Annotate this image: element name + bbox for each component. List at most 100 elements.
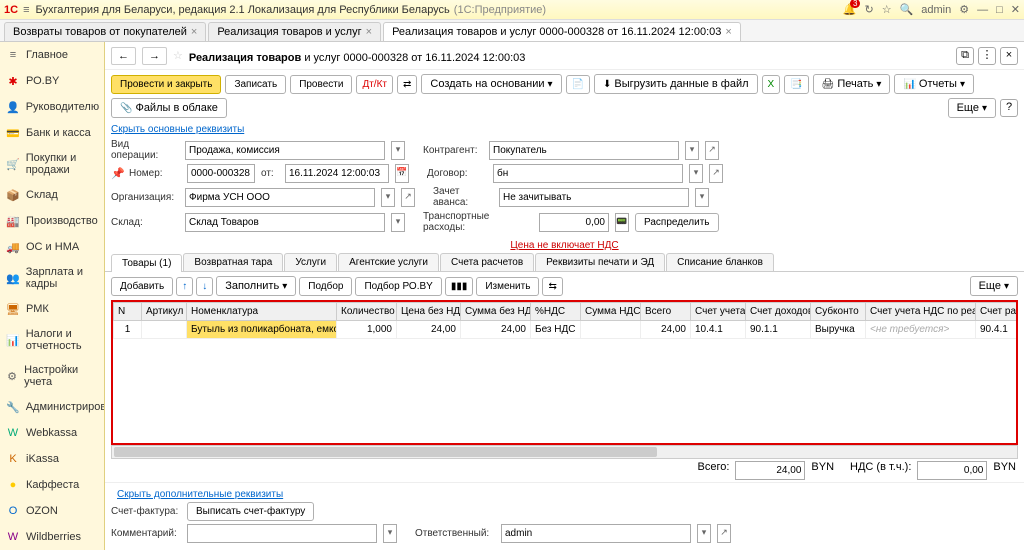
change-button[interactable]: Изменить — [476, 277, 539, 296]
export-file-button[interactable]: ⬇ Выгрузить данные в файл — [594, 74, 758, 94]
search-icon[interactable]: 🔍 — [900, 3, 914, 16]
comment-input[interactable] — [187, 524, 377, 543]
doc-tab[interactable]: Счета расчетов — [440, 253, 534, 271]
tab-close-icon[interactable]: × — [366, 26, 372, 38]
responsible-input[interactable] — [501, 524, 691, 543]
column-header[interactable]: Сумма без НДС — [461, 303, 531, 321]
dropdown-icon[interactable]: ▾ — [685, 141, 699, 160]
date-input[interactable] — [285, 164, 389, 183]
operation-type-input[interactable] — [185, 141, 385, 160]
sidebar-item[interactable]: ≡Главное — [0, 42, 104, 68]
star-icon[interactable]: ☆ — [173, 49, 183, 62]
pinned-icon[interactable]: 📌 — [111, 167, 123, 180]
advance-input[interactable] — [499, 188, 689, 207]
sidebar-item[interactable]: 📦Склад — [0, 182, 104, 208]
column-header[interactable]: Всего — [641, 303, 691, 321]
column-header[interactable]: %НДС — [531, 303, 581, 321]
move-down-icon[interactable]: ↓ — [196, 277, 213, 296]
vat-mode-link[interactable]: Цена не включает НДС — [510, 240, 618, 251]
close-icon[interactable]: ✕ — [1011, 3, 1020, 16]
notification-icon[interactable]: 🔔3 — [843, 3, 857, 16]
doc-tab[interactable]: Реквизиты печати и ЭД — [535, 253, 665, 271]
column-header[interactable]: Счет доходов — [746, 303, 811, 321]
number-input[interactable] — [187, 164, 255, 183]
sidebar-item[interactable]: 📊Налоги и отчетность — [0, 322, 104, 358]
nomenclature-cell[interactable]: Бутыль из поликарбоната, емкость 18.9л — [187, 321, 337, 339]
excel-icon[interactable]: X — [762, 75, 781, 94]
goods-table[interactable]: NАртикулНоменклатураКоличествоЦена без Н… — [111, 300, 1018, 445]
sidebar-item[interactable]: ⚙Настройки учета — [0, 358, 104, 394]
warehouse-input[interactable] — [185, 213, 385, 232]
tab-close-icon[interactable]: × — [191, 26, 197, 38]
open-ref-icon[interactable]: ↗ — [709, 164, 723, 183]
sidebar-item[interactable]: 🚚ОС и НМА — [0, 234, 104, 260]
sidebar-item[interactable]: 💳Банк и касса — [0, 120, 104, 146]
history-icon[interactable]: ↻ — [864, 3, 873, 16]
transport-input[interactable] — [539, 213, 609, 232]
sidebar-item[interactable]: ✱РО.BY — [0, 68, 104, 94]
add-row-button[interactable]: Добавить — [111, 277, 173, 296]
distribute-button[interactable]: Распределить — [635, 213, 719, 232]
column-header[interactable]: Количество — [337, 303, 397, 321]
column-header[interactable]: Сумма НДС — [581, 303, 641, 321]
column-header[interactable]: Субконто — [811, 303, 866, 321]
sidebar-item[interactable]: WWildberries — [0, 524, 104, 550]
print-button[interactable]: 🖨 Печать ▾ — [813, 74, 891, 94]
doc-icon[interactable]: 📑 — [784, 75, 808, 94]
nav-fwd-button[interactable]: → — [142, 47, 167, 65]
sidebar-item[interactable]: KiKassa — [0, 446, 104, 472]
open-ref-icon[interactable]: ↗ — [705, 141, 719, 160]
hide-main-link[interactable]: Скрыть основные реквизиты — [111, 124, 1018, 135]
doc-tab[interactable]: Возвратная тара — [183, 253, 283, 271]
move-up-icon[interactable]: ↑ — [176, 277, 193, 296]
tab-returns[interactable]: Возвраты товаров от покупателей× — [4, 22, 206, 41]
structure-icon[interactable]: ⇄ — [397, 75, 417, 94]
reports-button[interactable]: 📊 Отчеты ▾ — [894, 74, 974, 94]
sidebar-item[interactable]: 🔧Администрирование — [0, 394, 104, 420]
doc-tab[interactable]: Агентские услуги — [338, 253, 439, 271]
favorite-icon[interactable]: ☆ — [882, 3, 892, 16]
settings-icon[interactable]: ⚙ — [959, 3, 969, 16]
sidebar-item[interactable]: 🏭Производство — [0, 208, 104, 234]
barcode-icon[interactable]: ▮▮▮ — [445, 277, 474, 296]
horizontal-scrollbar[interactable] — [111, 445, 1018, 459]
column-header[interactable]: Артикул — [142, 303, 187, 321]
doc-tab[interactable]: Списание бланков — [666, 253, 774, 271]
post-button[interactable]: Провести — [290, 75, 352, 94]
sidebar-item[interactable]: 👤Руководителю — [0, 94, 104, 120]
fill-button[interactable]: Заполнить ▾ — [216, 276, 296, 296]
column-header[interactable]: Счет учета — [691, 303, 746, 321]
pick-roby-button[interactable]: Подбор РО.BY — [355, 277, 441, 296]
pdf-icon[interactable]: 📄 — [566, 75, 590, 94]
org-input[interactable] — [185, 188, 375, 207]
create-based-button[interactable]: Создать на основании ▾ — [421, 74, 561, 94]
post-and-close-button[interactable]: Провести и закрыть — [111, 75, 221, 94]
doc-tab[interactable]: Услуги — [284, 253, 337, 271]
sidebar-item[interactable]: ●Каффеста — [0, 472, 104, 498]
open-ref-icon[interactable]: ↗ — [717, 524, 731, 543]
dropdown-icon[interactable]: ▾ — [391, 213, 405, 232]
column-header[interactable]: N — [114, 303, 142, 321]
dt-kt-icon[interactable]: Дт/Кт — [356, 75, 393, 94]
more-button[interactable]: Еще ▾ — [948, 98, 996, 118]
dropdown-icon[interactable]: ▾ — [381, 188, 395, 207]
cloud-files-button[interactable]: 📎 Файлы в облаке — [111, 98, 227, 118]
pick-button[interactable]: Подбор — [299, 277, 352, 296]
doc-tab[interactable]: Товары (1) — [111, 254, 182, 272]
window-close-icon[interactable]: × — [1000, 47, 1018, 65]
dropdown-icon[interactable]: ▾ — [391, 141, 405, 160]
user-label[interactable]: admin — [921, 4, 951, 16]
help-button[interactable]: ? — [1000, 99, 1018, 117]
dropdown-icon[interactable]: ▾ — [383, 524, 397, 543]
contract-input[interactable] — [493, 164, 683, 183]
tab-sales-doc[interactable]: Реализация товаров и услуг 0000-000328 о… — [383, 22, 741, 41]
counterparty-input[interactable] — [489, 141, 679, 160]
tab-close-icon[interactable]: × — [725, 26, 731, 38]
sidebar-item[interactable]: 🛒Покупки и продажи — [0, 146, 104, 182]
main-menu-icon[interactable]: ≡ — [23, 4, 29, 16]
maximize-icon[interactable]: □ — [996, 4, 1003, 16]
window-menu-icon[interactable]: ⋮ — [978, 47, 996, 65]
split-icon[interactable]: ⇆ — [542, 277, 562, 296]
calendar-icon[interactable]: 📅 — [395, 164, 409, 183]
hide-extra-link[interactable]: Скрыть дополнительные реквизиты — [117, 489, 283, 500]
